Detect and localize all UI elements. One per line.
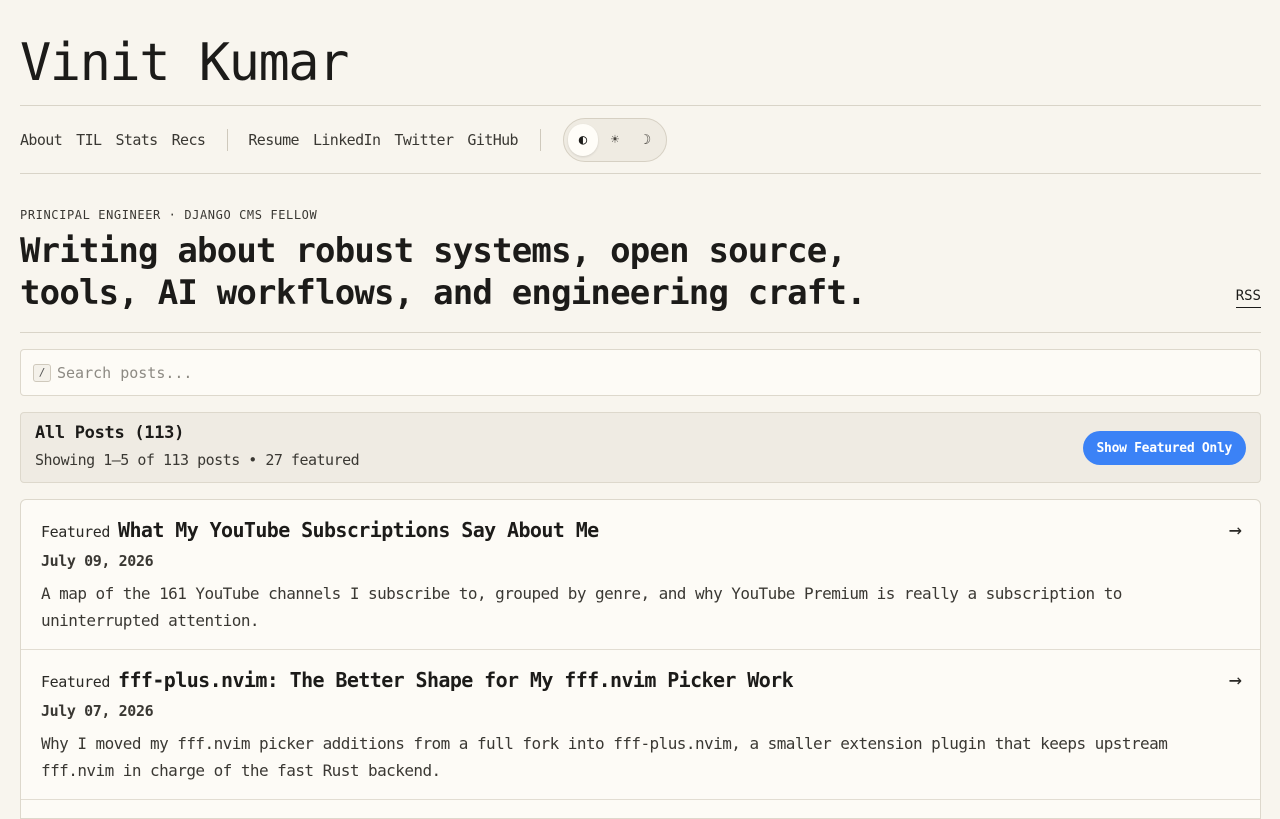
posts-filter-bar: All Posts (113) Showing 1–5 of 113 posts… [20, 412, 1261, 483]
nav-recs-link[interactable]: Recs [172, 131, 206, 149]
rss-link[interactable]: RSS [1235, 288, 1261, 308]
hero-divider [20, 332, 1261, 333]
search-input[interactable] [57, 363, 1157, 382]
keyboard-shortcut-hint: / [33, 363, 51, 382]
hero-headline: Writing about robust systems, open sourc… [20, 231, 867, 313]
post-title[interactable]: fff-plus.nvim: The Better Shape for My f… [118, 668, 794, 692]
nav-til-link[interactable]: TIL [76, 131, 102, 149]
featured-badge: Featured [41, 673, 111, 691]
post-item[interactable]: Featured What My YouTube Subscriptions S… [21, 500, 1260, 650]
nav-twitter-link[interactable]: Twitter [394, 131, 454, 149]
nav-about-link[interactable]: About [20, 131, 63, 149]
post-date: July 09, 2026 [41, 552, 154, 570]
post-item[interactable]: Featured fff-plus.nvim: The Better Shape… [21, 650, 1260, 800]
theme-dark-icon[interactable]: ☽ [632, 124, 662, 156]
arrow-right-icon[interactable]: → [1229, 518, 1242, 544]
post-title[interactable]: What My YouTube Subscriptions Say About … [118, 518, 599, 542]
nav-separator [227, 129, 229, 151]
show-featured-only-button[interactable]: Show Featured Only [1082, 431, 1246, 465]
theme-toggle: ◐ ☀ ☽ [563, 118, 667, 162]
featured-badge: Featured [41, 523, 111, 541]
arrow-right-icon[interactable]: → [1229, 668, 1242, 694]
post-list: Featured What My YouTube Subscriptions S… [20, 499, 1261, 819]
site-title[interactable]: Vinit Kumar [20, 30, 349, 96]
nav-separator [540, 129, 541, 151]
posts-count-title: All Posts (113) [35, 423, 185, 443]
search-box: / [20, 349, 1261, 396]
hero-eyebrow: PRINCIPAL ENGINEER · DJANGO CMS FELLOW [20, 208, 318, 222]
main-nav: About TIL Stats Recs Resume LinkedIn Twi… [20, 118, 667, 162]
nav-github-link[interactable]: GitHub [467, 131, 518, 149]
theme-light-icon[interactable]: ☀ [600, 124, 630, 156]
posts-count-summary: Showing 1–5 of 113 posts • 27 featured [35, 451, 360, 469]
header-divider [20, 105, 1261, 106]
nav-resume-link[interactable]: Resume [248, 131, 299, 149]
theme-auto-icon[interactable]: ◐ [568, 124, 598, 156]
nav-divider [20, 173, 1261, 174]
nav-linkedin-link[interactable]: LinkedIn [313, 131, 381, 149]
post-date: July 07, 2026 [41, 702, 154, 720]
post-excerpt: A map of the 161 YouTube channels I subs… [41, 584, 1122, 630]
nav-stats-link[interactable]: Stats [115, 131, 158, 149]
post-excerpt: Why I moved my fff.nvim picker additions… [41, 734, 1168, 780]
